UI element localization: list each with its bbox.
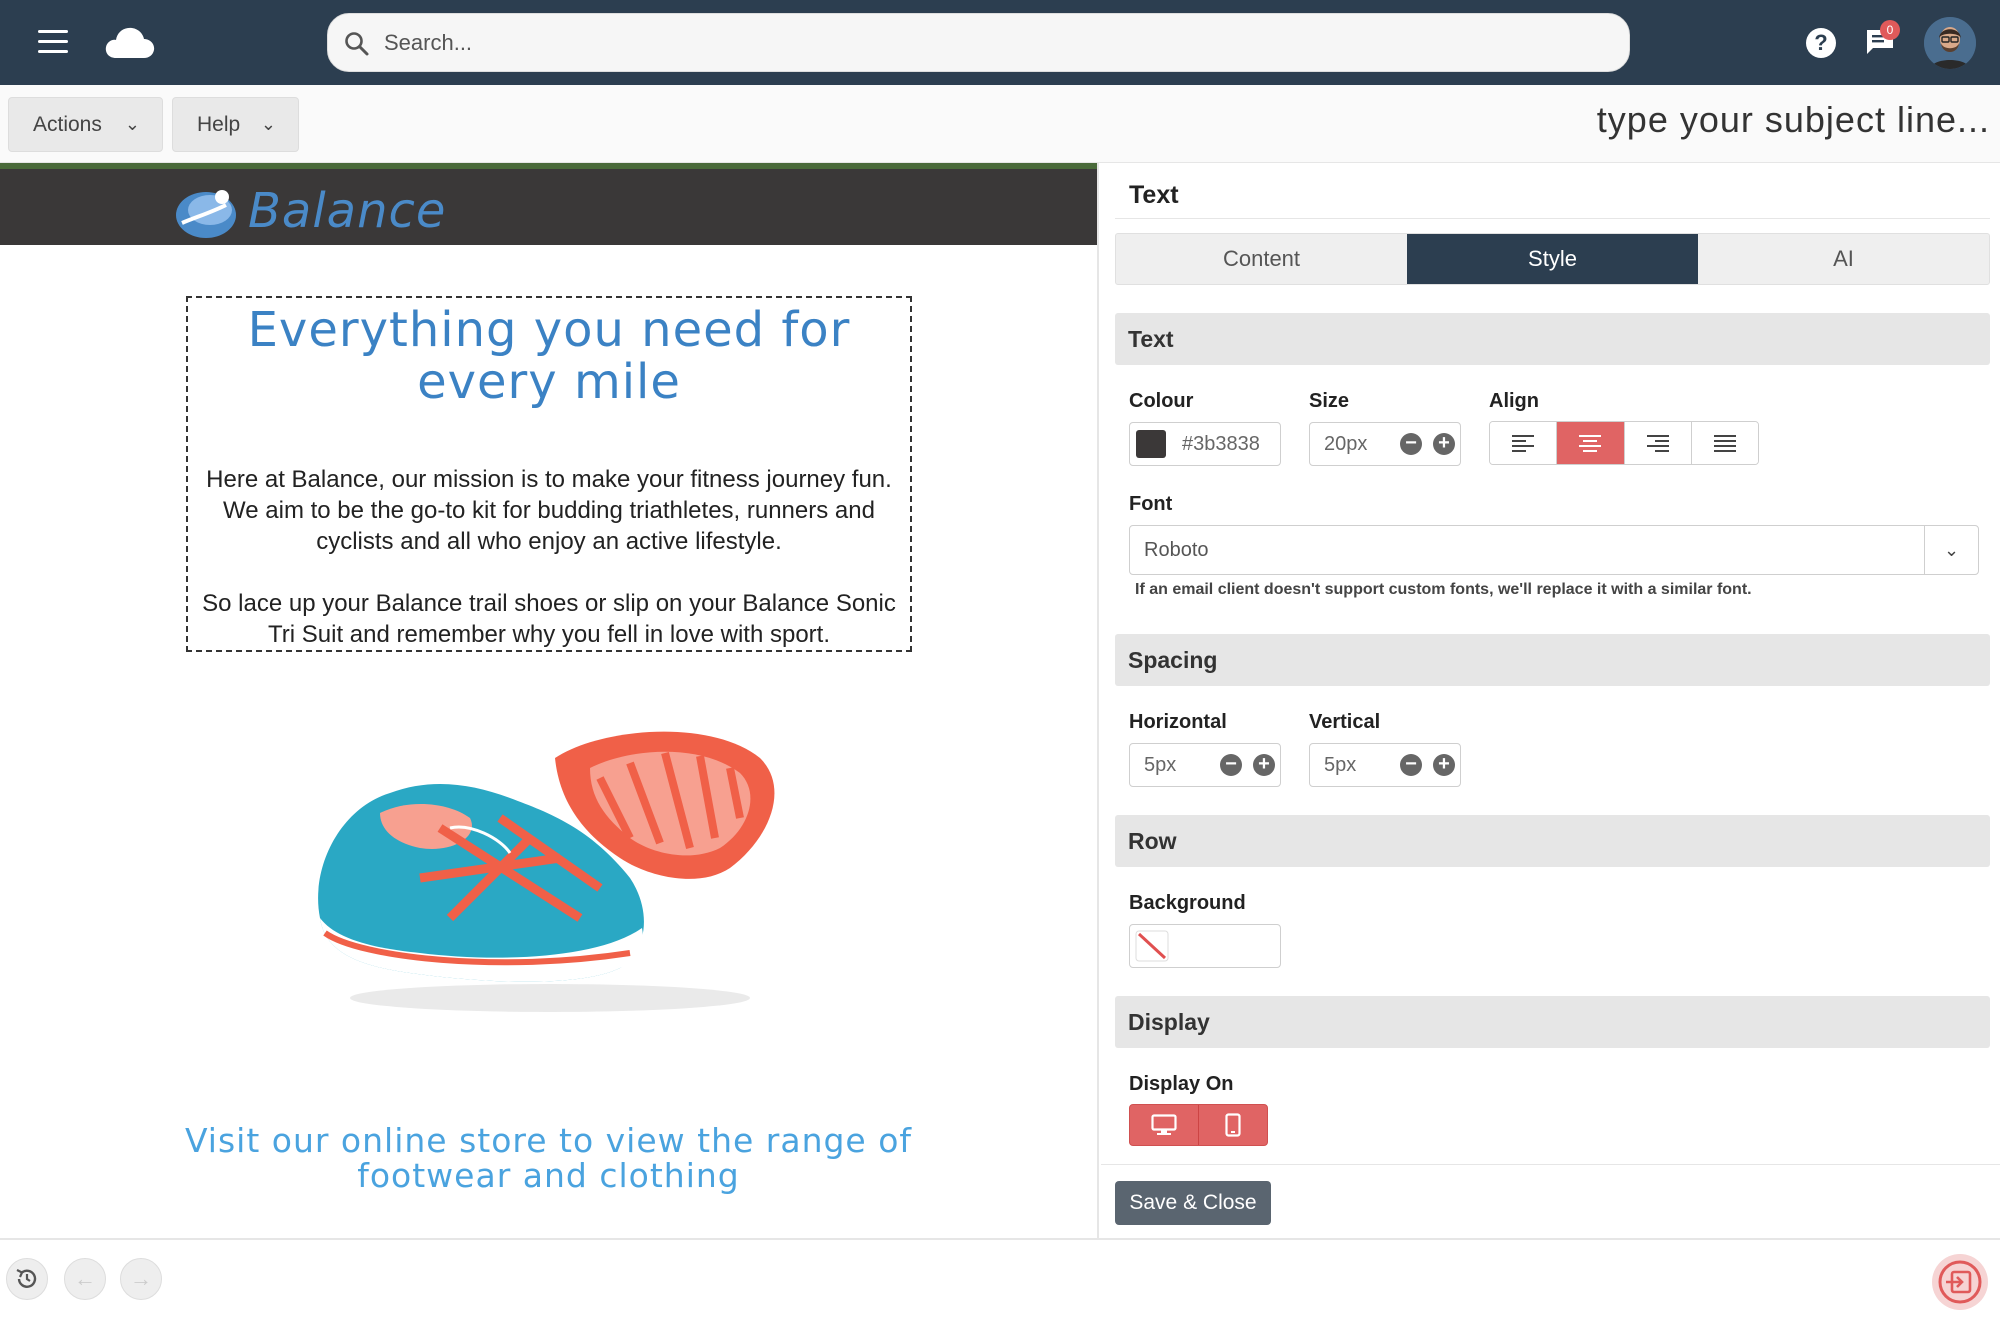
subject-line-input[interactable]: type your subject line...: [1597, 99, 1990, 141]
avatar[interactable]: [1924, 17, 1976, 69]
divider: [1101, 1164, 2000, 1165]
help-dropdown-button[interactable]: Help ⌄: [172, 97, 299, 152]
no-colour-icon: [1135, 930, 1169, 962]
text-section-header[interactable]: Text: [1115, 313, 1990, 365]
top-navigation-bar: ? 0: [0, 0, 2000, 85]
body-paragraph-1: Here at Balance, our mission is to make …: [206, 466, 892, 555]
search-icon: [345, 32, 369, 56]
actions-label: Actions: [33, 113, 102, 136]
align-left-button[interactable]: [1490, 422, 1558, 464]
help-icon[interactable]: ?: [1806, 28, 1836, 58]
colour-swatch[interactable]: [1136, 430, 1166, 458]
minus-icon[interactable]: −: [1400, 754, 1422, 776]
row-section-header[interactable]: Row: [1115, 815, 1990, 867]
panel-title: Text: [1129, 181, 1179, 209]
chevron-down-icon[interactable]: ⌄: [1924, 526, 1978, 574]
cloud-icon[interactable]: [104, 24, 156, 60]
align-label: Align: [1489, 390, 1539, 412]
tab-content[interactable]: Content: [1116, 234, 1407, 284]
text-align-group: [1489, 421, 1759, 465]
minus-icon[interactable]: −: [1220, 754, 1242, 776]
store-link-text[interactable]: Visit our online store to view the range…: [150, 1123, 947, 1193]
vertical-value: 5px: [1324, 754, 1357, 776]
save-close-button[interactable]: Save & Close: [1115, 1181, 1271, 1225]
headline: Everything you need for every mile: [247, 302, 851, 410]
align-center-button[interactable]: [1557, 422, 1625, 464]
size-value: 20px: [1324, 433, 1368, 455]
actions-dropdown-button[interactable]: Actions ⌄: [8, 97, 163, 152]
size-stepper[interactable]: 20px − +: [1309, 422, 1461, 466]
font-select[interactable]: Roboto ⌄: [1129, 525, 1979, 575]
exit-icon[interactable]: [1932, 1254, 1988, 1310]
panel-tabs: Content Style AI: [1115, 233, 1990, 285]
plus-icon[interactable]: +: [1433, 754, 1455, 776]
display-on-toggle-group: [1129, 1104, 1268, 1146]
minus-icon[interactable]: −: [1400, 433, 1422, 455]
colour-picker[interactable]: #3b3838: [1129, 422, 1281, 466]
tab-style[interactable]: Style: [1407, 234, 1698, 284]
chevron-down-icon: ⌄: [260, 114, 276, 134]
mobile-icon[interactable]: [1199, 1105, 1267, 1145]
colour-label: Colour: [1129, 390, 1194, 412]
horizontal-value: 5px: [1144, 754, 1177, 776]
search-bar: [327, 13, 1630, 72]
body-paragraph-2: So lace up your Balance trail shoes or s…: [202, 590, 896, 648]
text-style-panel: Text Content Style AI Text Colour #3b383…: [1101, 163, 2000, 1238]
redo-arrow-icon[interactable]: →: [120, 1258, 162, 1300]
background-label: Background: [1129, 892, 1246, 914]
horizontal-spacing-stepper[interactable]: 5px − +: [1129, 743, 1281, 787]
notification-badge: 0: [1880, 20, 1900, 40]
spacing-section-header[interactable]: Spacing: [1115, 634, 1990, 686]
horizontal-label: Horizontal: [1129, 711, 1227, 733]
display-section-header[interactable]: Display: [1115, 996, 1990, 1048]
vertical-label: Vertical: [1309, 711, 1381, 733]
vertical-spacing-stepper[interactable]: 5px − +: [1309, 743, 1461, 787]
editor-toolbar: Actions ⌄ Help ⌄ type your subject line.…: [0, 85, 2000, 163]
font-hint: If an email client doesn't support custo…: [1135, 581, 1752, 598]
colour-value: #3b3838: [1182, 433, 1260, 455]
running-shoe-image[interactable]: [300, 718, 790, 1018]
tab-ai[interactable]: AI: [1698, 234, 1989, 284]
background-colour-picker[interactable]: [1129, 924, 1281, 968]
email-header[interactable]: Balance: [0, 163, 1097, 245]
plus-icon[interactable]: +: [1433, 433, 1455, 455]
menu-icon[interactable]: [38, 30, 68, 56]
align-justify-button[interactable]: [1691, 422, 1758, 464]
undo-arrow-icon[interactable]: ←: [64, 1258, 106, 1300]
chevron-down-icon: ⌄: [124, 114, 140, 134]
history-icon[interactable]: [6, 1258, 48, 1300]
plus-icon[interactable]: +: [1253, 754, 1275, 776]
search-input[interactable]: [384, 14, 1604, 71]
brand-name: Balance: [248, 183, 447, 239]
font-label: Font: [1129, 493, 1173, 515]
divider: [1115, 218, 1990, 219]
help-label: Help: [197, 113, 241, 136]
email-canvas: Balance Everything you need for every mi…: [0, 163, 1099, 1238]
desktop-icon[interactable]: [1130, 1105, 1199, 1145]
font-value: Roboto: [1144, 539, 1209, 561]
selected-text-block[interactable]: Everything you need for every mile Here …: [186, 296, 912, 652]
size-label: Size: [1309, 390, 1350, 412]
bottom-bar: ← →: [0, 1238, 2000, 1318]
balance-logo-icon: [176, 190, 236, 238]
display-on-label: Display On: [1129, 1073, 1234, 1095]
align-right-button[interactable]: [1624, 422, 1692, 464]
